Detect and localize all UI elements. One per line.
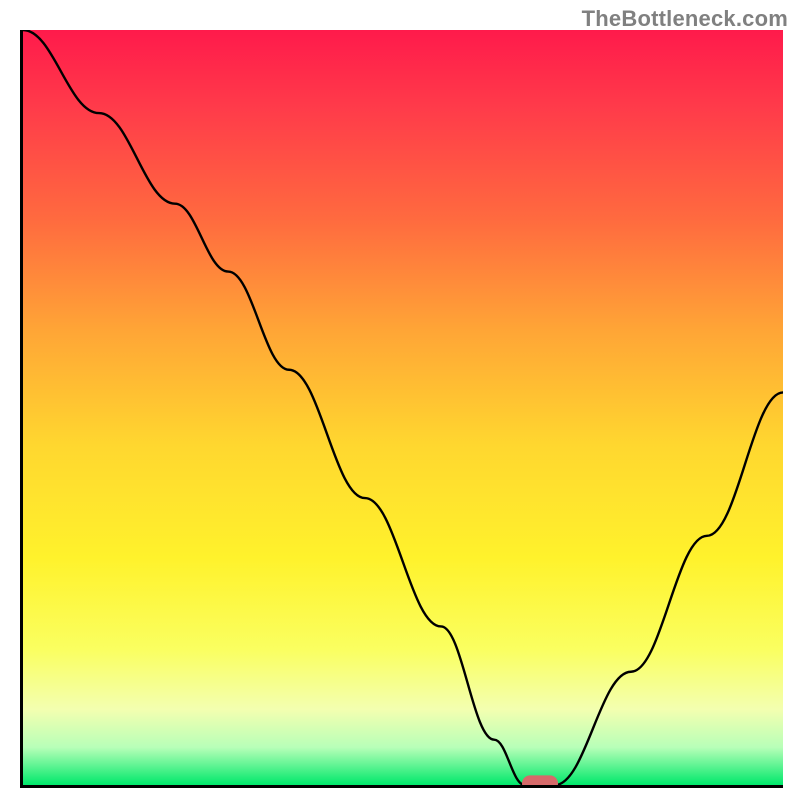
chart-container: TheBottleneck.com xyxy=(0,0,800,800)
bottleneck-curve-path xyxy=(23,30,783,785)
watermark-text: TheBottleneck.com xyxy=(582,6,788,32)
curve-svg xyxy=(23,30,783,785)
optimal-point-marker xyxy=(522,775,558,788)
plot-area xyxy=(20,30,783,788)
